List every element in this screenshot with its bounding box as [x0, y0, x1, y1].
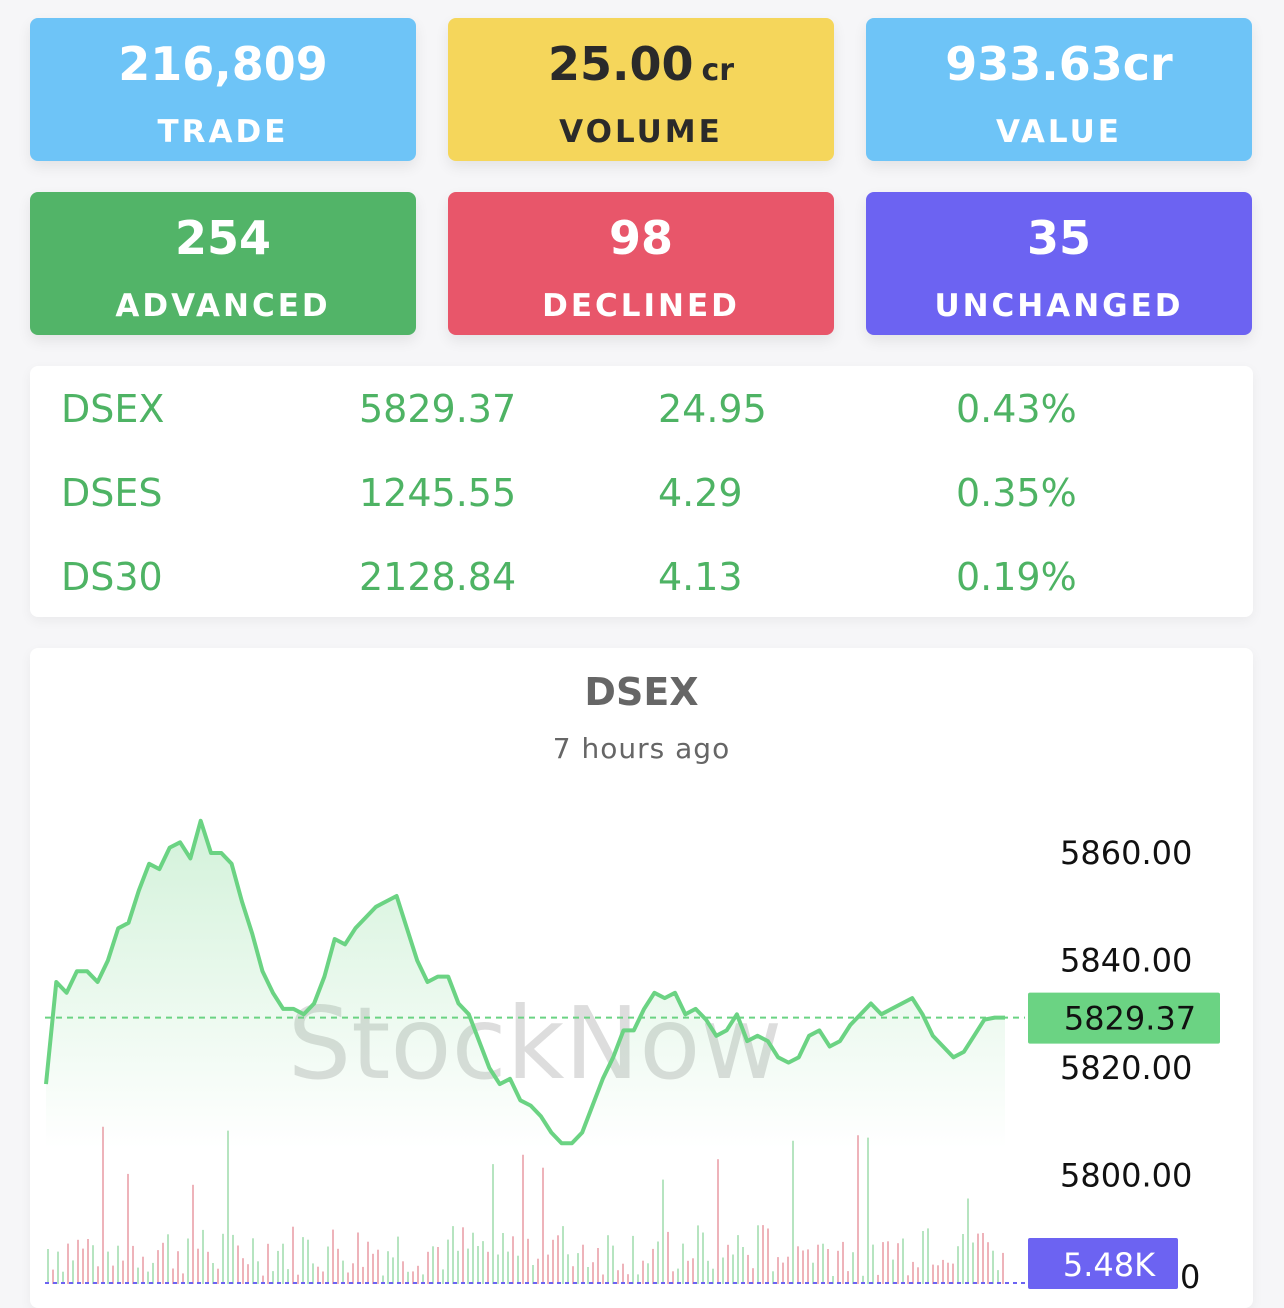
- trade-label: TRADE: [157, 114, 289, 150]
- index-value: 5829.37: [359, 387, 517, 431]
- dsex-chart[interactable]: StockNow 5860.005840.005820.005800.00 58…: [30, 648, 1253, 1289]
- volume-tag-label: 5.48K: [1063, 1246, 1156, 1284]
- declined-card: 98 DECLINED: [448, 192, 834, 335]
- unchanged-card: 35 UNCHANGED: [866, 192, 1252, 335]
- y-tick-label: 5800.00: [1060, 1157, 1192, 1195]
- value-label: VALUE: [996, 114, 1122, 150]
- index-value: 1245.55: [359, 471, 517, 515]
- last-price-label: 5829.37: [1064, 1000, 1196, 1038]
- index-change: 24.95: [658, 387, 767, 431]
- y-tick-label: 5860.00: [1060, 834, 1192, 872]
- volume-card: 25.00 cr VOLUME: [448, 18, 834, 161]
- volume-unit: cr: [701, 53, 735, 88]
- index-row[interactable]: DS30 2128.84 4.13 0.19%: [30, 535, 1253, 619]
- advanced-value: 254: [174, 211, 272, 265]
- unchanged-value: 35: [1026, 211, 1091, 265]
- index-row[interactable]: DSES 1245.55 4.29 0.35%: [30, 451, 1253, 535]
- index-name: DSES: [61, 471, 163, 515]
- advanced-card: 254 ADVANCED: [30, 192, 416, 335]
- advanced-label: ADVANCED: [115, 288, 331, 324]
- index-value: 2128.84: [359, 555, 517, 599]
- index-name: DS30: [61, 555, 163, 599]
- y-tick-label: 5840.00: [1060, 942, 1192, 980]
- index-percent: 0.35%: [956, 471, 1077, 515]
- index-name: DSEX: [61, 387, 165, 431]
- volume-axis-tick: 0: [1180, 1258, 1200, 1289]
- index-table: DSEX 5829.37 24.95 0.43% DSES 1245.55 4.…: [30, 366, 1253, 617]
- trade-value: 216,809: [118, 37, 328, 91]
- y-tick-label: 5820.00: [1060, 1049, 1192, 1087]
- index-percent: 0.43%: [956, 387, 1077, 431]
- volume-value: 25.00: [547, 37, 694, 91]
- volume-bars: [47, 1126, 1004, 1284]
- volume-label: VOLUME: [559, 114, 723, 150]
- index-change: 4.29: [658, 471, 743, 515]
- declined-label: DECLINED: [542, 288, 740, 324]
- value-card: 933.63cr VALUE: [866, 18, 1252, 161]
- dsex-chart-panel: DSEX 7 hours ago StockNow 5860.00 5840.00…: [30, 648, 1253, 1308]
- index-change: 4.13: [658, 555, 743, 599]
- volume-value-line: 25.00 cr: [448, 36, 834, 99]
- declined-value: 98: [608, 211, 673, 265]
- unchanged-label: UNCHANGED: [934, 288, 1184, 324]
- trade-card: 216,809 TRADE: [30, 18, 416, 161]
- value-value: 933.63cr: [945, 37, 1173, 91]
- index-percent: 0.19%: [956, 555, 1077, 599]
- index-row[interactable]: DSEX 5829.37 24.95 0.43%: [30, 367, 1253, 451]
